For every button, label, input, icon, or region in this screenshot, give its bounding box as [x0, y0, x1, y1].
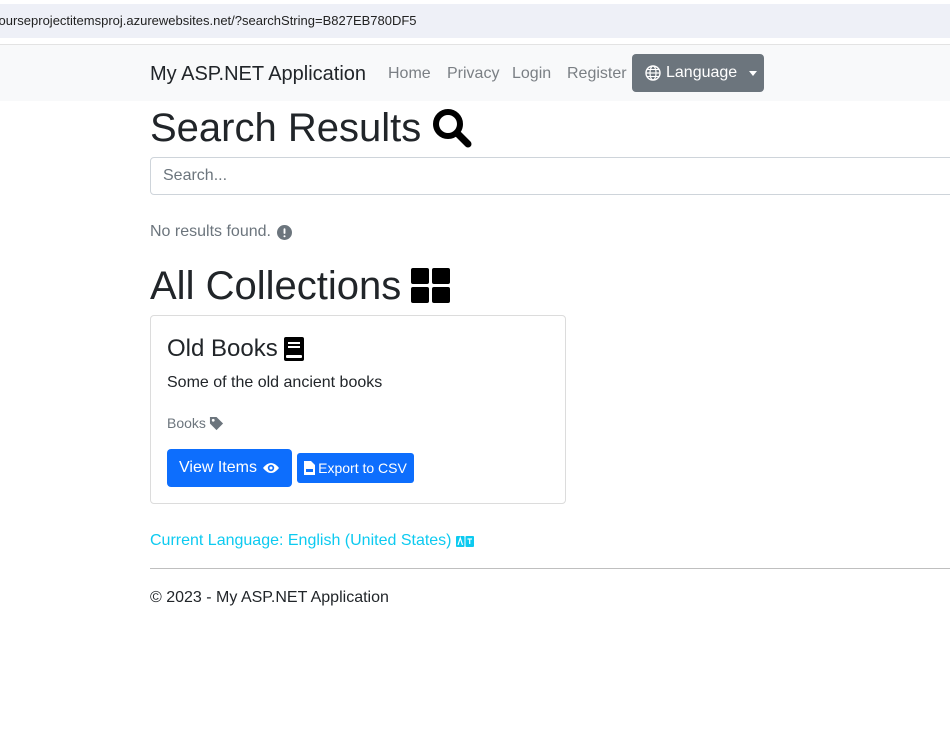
all-collections-heading: All Collections: [150, 264, 451, 308]
footer-divider: [150, 568, 950, 569]
grid-icon: [411, 268, 451, 304]
footer-copyright: © 2023 - My ASP.NET Application: [150, 589, 389, 606]
current-language-text: Current Language: English (United States…: [150, 532, 452, 549]
language-dropdown-button[interactable]: Language: [632, 54, 764, 92]
collection-topic: Books: [167, 414, 224, 432]
address-bar-url[interactable]: courseprojectitemsproj.azurewebsites.net…: [0, 13, 417, 28]
nav-link-login[interactable]: Login: [512, 65, 551, 83]
caret-down-icon: [749, 70, 758, 76]
search-results-heading: Search Results: [150, 106, 473, 150]
collection-topic-text: Books: [167, 415, 206, 431]
search-results-title: Search Results: [150, 106, 422, 150]
address-bar[interactable]: courseprojectitemsproj.azurewebsites.net…: [0, 4, 950, 38]
navbar-brand[interactable]: My ASP.NET Application: [150, 63, 366, 85]
book-icon: [283, 337, 304, 361]
collection-card-title: Old Books: [167, 335, 304, 363]
tag-icon: [209, 416, 224, 431]
nav-link-privacy[interactable]: Privacy: [447, 65, 499, 83]
globe-icon: [645, 65, 661, 81]
collection-description: Some of the old ancient books: [167, 374, 383, 391]
view-items-label: View Items: [179, 459, 257, 476]
all-collections-title: All Collections: [150, 264, 402, 308]
export-csv-button[interactable]: Export to CSV: [297, 453, 414, 483]
magnifier-icon: [431, 107, 473, 149]
collection-title-text: Old Books: [167, 335, 278, 362]
search-input[interactable]: [150, 157, 950, 195]
collection-card: Old Books Some of the old ancient books …: [150, 315, 566, 504]
no-results-message: No results found.: [150, 222, 292, 242]
nav-link-register[interactable]: Register: [567, 65, 627, 83]
translate-icon: [455, 535, 474, 547]
navbar: My ASP.NET Application Home Privacy Logi…: [0, 45, 950, 101]
no-results-text: No results found.: [150, 223, 271, 240]
csv-file-icon: [304, 461, 316, 475]
view-items-button[interactable]: View Items: [167, 449, 292, 487]
exclamation-circle-icon: [276, 224, 292, 240]
language-button-label: Language: [666, 64, 738, 81]
nav-link-home[interactable]: Home: [388, 65, 431, 83]
export-csv-label: Export to CSV: [318, 460, 407, 476]
current-language: Current Language: English (United States…: [150, 531, 474, 551]
eye-icon: [262, 461, 280, 475]
